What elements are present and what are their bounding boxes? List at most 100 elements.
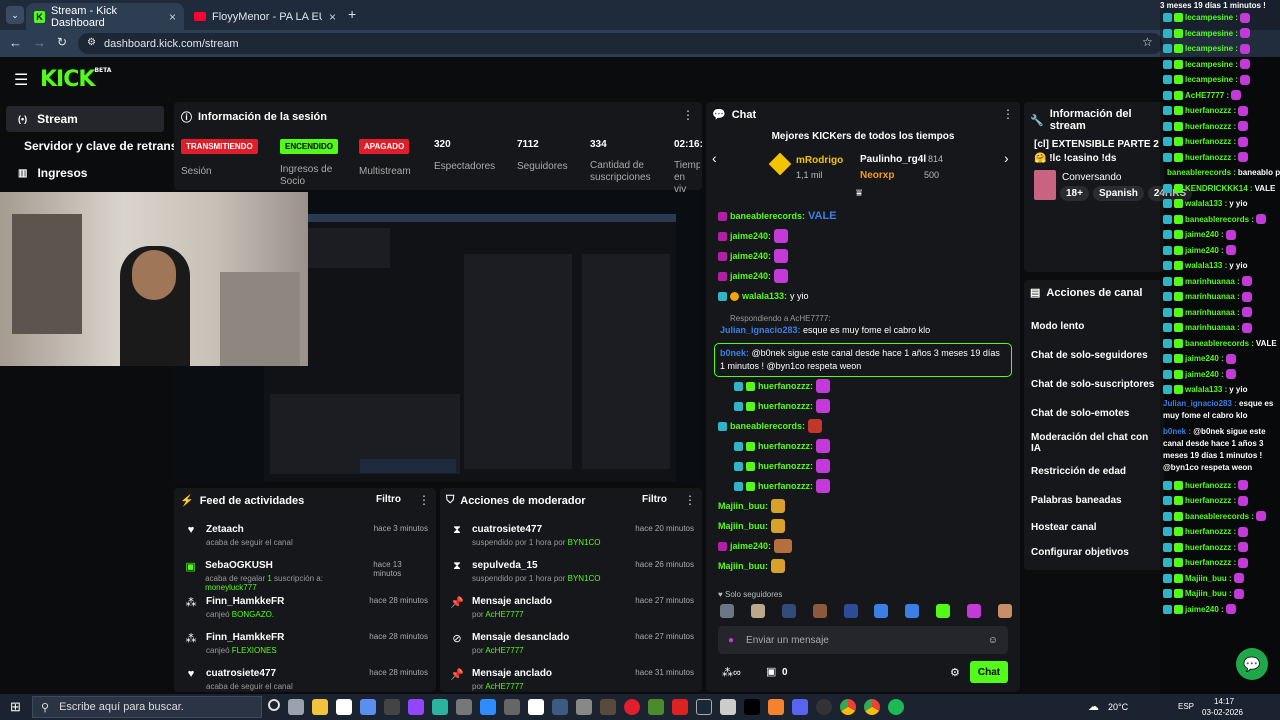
app-icon[interactable]	[504, 699, 520, 715]
emote[interactable]	[750, 604, 765, 618]
app-icon[interactable]	[360, 699, 376, 715]
close-tab-icon[interactable]: ×	[329, 10, 336, 24]
steam-icon[interactable]	[696, 699, 712, 715]
app-icon[interactable]	[384, 699, 400, 715]
chat-settings-icon[interactable]: ⚙	[950, 666, 960, 679]
tab-list-button[interactable]: ⌄	[6, 6, 24, 24]
emote[interactable]	[905, 604, 920, 618]
tab-kick-dashboard[interactable]: K Stream - Kick Dashboard ×	[26, 3, 184, 30]
stream-title: [cl] EXTENSIBLE PARTE 2 🤗 !lc !casino !d…	[1034, 139, 1159, 164]
badge-icon	[1163, 245, 1172, 255]
chrome-icon[interactable]	[840, 699, 856, 715]
kick-logo[interactable]: KICKBETA	[40, 67, 111, 92]
bookmark-star-icon[interactable]: ☆	[1142, 35, 1153, 49]
opera-icon[interactable]	[624, 699, 640, 715]
list-item: ⊘ Mensaje desanclado por AcHE7777 hace 27 m…	[450, 624, 694, 660]
emote[interactable]	[874, 604, 889, 618]
sidebar-item-server-key[interactable]: Servidor y clave de retransm	[6, 133, 188, 159]
tab-youtube[interactable]: FloyyMenor - PA LA EUROPA - ×	[186, 3, 344, 30]
emote[interactable]	[936, 604, 951, 618]
more-options-icon[interactable]: ⋮	[1002, 107, 1014, 121]
menu-icon[interactable]: ☰	[14, 70, 28, 90]
action-banned-words[interactable]: Palabras baneadas	[1031, 486, 1161, 515]
minecraft-icon[interactable]	[648, 699, 664, 715]
forward-icon[interactable]: →	[33, 35, 46, 50]
support-chat-button[interactable]: 💬	[1236, 648, 1268, 680]
spotify-icon[interactable]	[888, 699, 904, 715]
app-icon[interactable]	[768, 699, 784, 715]
feed-filter-button[interactable]: Filtro	[376, 494, 401, 505]
sidebar-item-income[interactable]: ▥ Ingresos	[6, 160, 164, 186]
action-followers-only[interactable]: Chat de solo-seguidores	[1031, 341, 1161, 370]
app-icon[interactable]	[456, 699, 472, 715]
emote[interactable]	[812, 604, 827, 618]
app-icon[interactable]	[432, 699, 448, 715]
action-emotes-only[interactable]: Chat de solo-emotes	[1031, 399, 1161, 428]
windows-start-icon[interactable]: ⊞	[10, 699, 21, 715]
subs-value: 334	[590, 139, 607, 150]
microphone-icon[interactable]: ●	[728, 635, 734, 646]
more-options-icon[interactable]: ⋮	[682, 108, 694, 122]
emoji-icon[interactable]: ☺	[988, 635, 998, 646]
site-info-icon[interactable]: ⚙	[87, 37, 96, 48]
action-subscribers-only[interactable]: Chat de solo-suscriptores	[1031, 370, 1161, 399]
sidebar-item-stream[interactable]: (•) Stream	[6, 106, 164, 132]
app-icon[interactable]	[600, 699, 616, 715]
app-icon[interactable]	[552, 699, 568, 715]
more-options-icon[interactable]: ⋮	[418, 493, 430, 507]
gift-icon: ▣	[185, 561, 196, 573]
app-icon[interactable]	[288, 699, 304, 715]
close-tab-icon[interactable]: ×	[169, 10, 176, 24]
action-ai-moderation[interactable]: Moderación del chat con IA	[1031, 428, 1161, 457]
gift-icon[interactable]: ▣	[766, 665, 776, 678]
gear-icon[interactable]	[576, 699, 592, 715]
discord-icon[interactable]	[792, 699, 808, 715]
action-configure-goals[interactable]: Configurar objetivos	[1031, 540, 1161, 565]
url-field[interactable]: dashboard.kick.com/stream	[78, 33, 1163, 54]
mod-filter-button[interactable]: Filtro	[642, 494, 667, 505]
action-host-channel[interactable]: Hostear canal	[1031, 515, 1161, 540]
overlay-line: KENDRICKKK14 : VALE	[1163, 181, 1280, 197]
app-icon[interactable]	[672, 699, 688, 715]
leader-3-name: Neorxp	[860, 170, 895, 181]
folder-icon[interactable]	[312, 699, 328, 715]
obs-icon[interactable]	[816, 699, 832, 715]
tiktok-icon[interactable]	[744, 699, 760, 715]
action-age-restriction[interactable]: Restricción de edad	[1031, 457, 1161, 486]
emote[interactable]	[997, 604, 1012, 618]
emote[interactable]	[781, 604, 796, 618]
chat-input[interactable]: ● Enviar un mensaje ☺	[718, 626, 1008, 654]
leaderboard-next-icon[interactable]: ›	[1004, 150, 1009, 166]
overlay-line: walala133 :y yio	[1163, 382, 1280, 398]
mod-actions-title: Acciones de moderador	[460, 494, 586, 507]
back-icon[interactable]: ←	[9, 35, 22, 50]
reload-icon[interactable]: ↻	[57, 35, 67, 49]
category-name: Conversando	[1062, 172, 1122, 183]
chat-message: walala133: y yio	[718, 286, 1014, 306]
app-icon[interactable]	[720, 699, 736, 715]
channel-actions-title: Acciones de canal	[1046, 286, 1143, 299]
app-icon[interactable]	[336, 699, 352, 715]
points-icon: ⁂	[185, 633, 197, 645]
emote[interactable]	[720, 604, 734, 618]
twitch-icon[interactable]	[408, 699, 424, 715]
zoom-icon[interactable]	[480, 699, 496, 715]
app-icon[interactable]	[528, 699, 544, 715]
emote[interactable]	[967, 604, 981, 618]
leaderboard-prev-icon[interactable]: ‹	[712, 150, 717, 166]
action-slow-mode[interactable]: Modo lento	[1031, 312, 1161, 341]
pin-toggle-icon[interactable]: ⩸	[856, 188, 862, 199]
emote[interactable]	[843, 604, 858, 618]
emote	[1239, 59, 1250, 70]
chrome-icon[interactable]	[864, 699, 880, 715]
emote	[1225, 369, 1236, 380]
channel-points-icon[interactable]: ⁂∞	[722, 666, 741, 679]
task-view-icon[interactable]	[268, 699, 280, 711]
new-tab-button[interactable]: +	[348, 6, 356, 22]
overlay-username: Majiin_buu :	[1185, 589, 1232, 599]
emote	[1238, 526, 1249, 537]
emote	[1255, 214, 1266, 225]
more-options-icon[interactable]: ⋮	[684, 493, 696, 507]
send-chat-button[interactable]: Chat	[970, 661, 1008, 683]
taskbar-search[interactable]: ⚲ Escribe aquí para buscar.	[32, 696, 262, 718]
